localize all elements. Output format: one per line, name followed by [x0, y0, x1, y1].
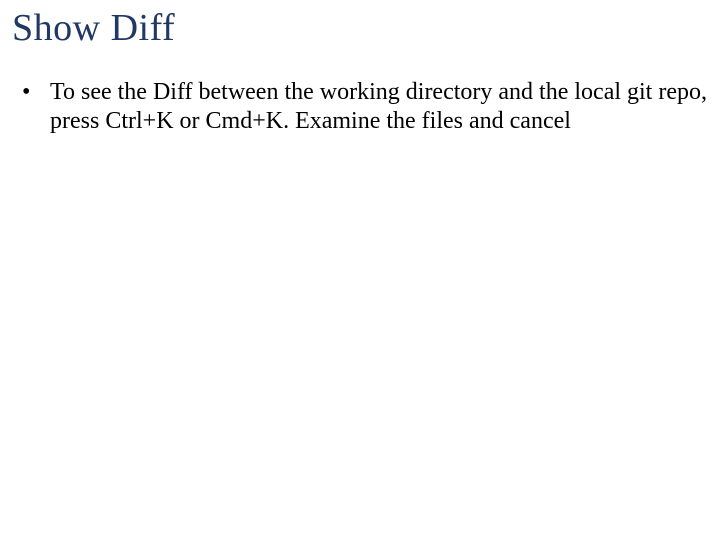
slide-content: • To see the Diff between the working di…	[12, 78, 708, 136]
bullet-text: To see the Diff between the working dire…	[50, 78, 708, 136]
slide: Show Diff • To see the Diff between the …	[0, 0, 720, 540]
bullet-list: • To see the Diff between the working di…	[20, 78, 708, 136]
list-item: • To see the Diff between the working di…	[20, 78, 708, 136]
bullet-marker: •	[20, 78, 50, 107]
slide-title: Show Diff	[12, 6, 708, 50]
